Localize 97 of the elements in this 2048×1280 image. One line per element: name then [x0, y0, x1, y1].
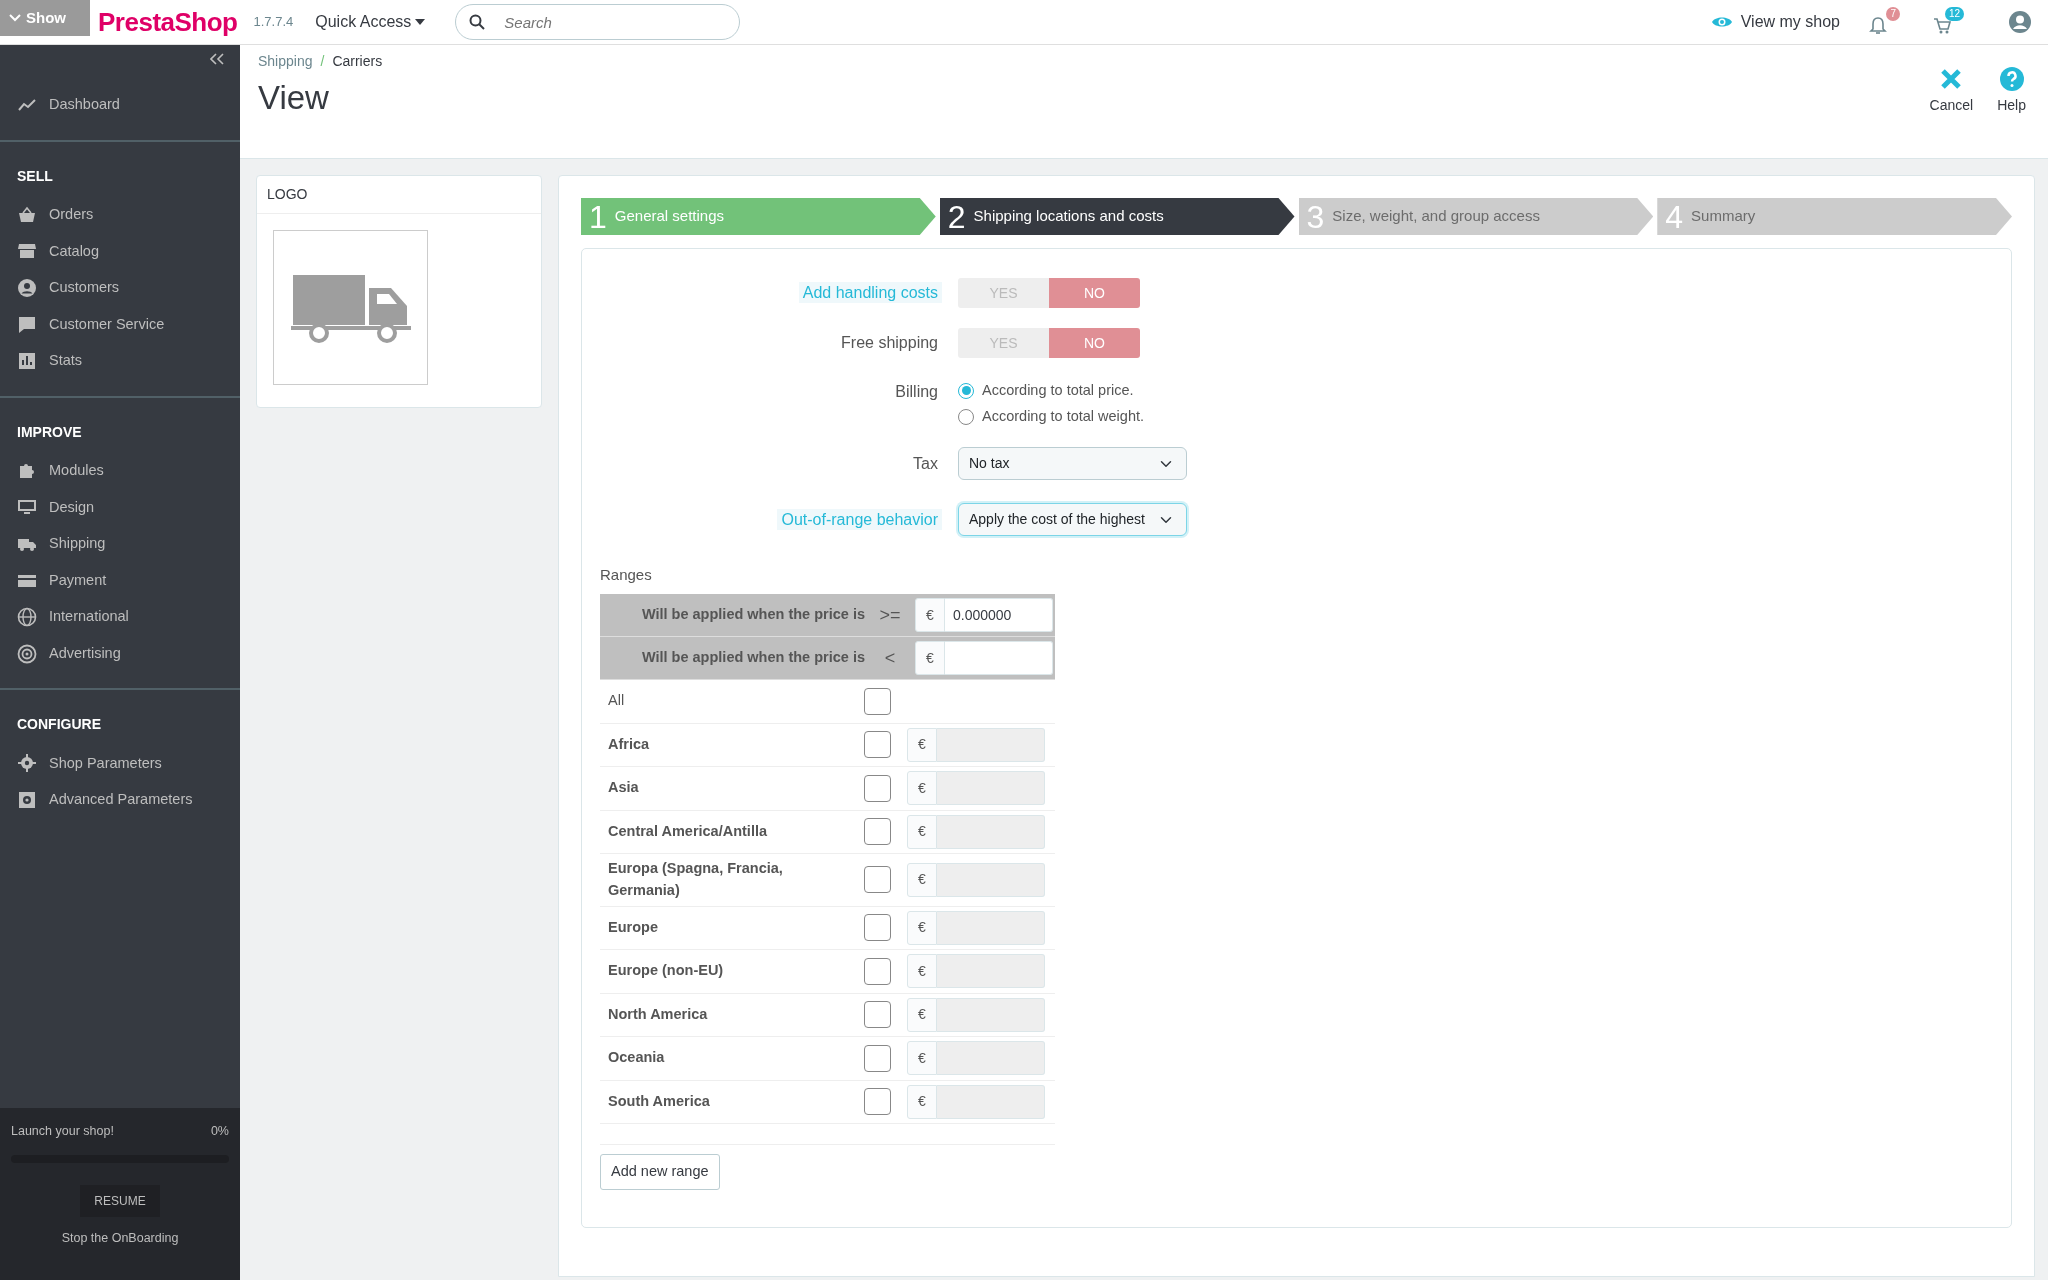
select-field[interactable]: Apply the cost of the highest [958, 503, 1187, 536]
checkbox[interactable] [864, 957, 891, 985]
sidebar-item[interactable]: Customer Service [0, 306, 240, 343]
section-heading: CONFIGURE [16, 715, 102, 735]
resume-button[interactable]: RESUME [80, 1184, 160, 1217]
sidebar-item[interactable]: Advanced Parameters [0, 781, 240, 819]
zone-name: Europe [608, 917, 659, 937]
breadcrumb-separator: / [320, 52, 325, 71]
checkbox[interactable] [864, 1044, 891, 1072]
close-icon [1939, 67, 1964, 91]
zone-name: Europa (Spagna, Francia, Germania) [608, 859, 784, 900]
currency-label: € [907, 1041, 937, 1076]
help-button[interactable]: Help [1997, 67, 2026, 158]
person-icon [17, 278, 37, 299]
progress-percent: 0% [210, 1123, 229, 1140]
search-icon [469, 14, 486, 30]
zone-name: North America [608, 1004, 709, 1024]
checkbox[interactable] [864, 774, 891, 802]
zone-name: South America [608, 1091, 711, 1111]
onboarding-title: Launch your shop! [11, 1123, 114, 1140]
select-field[interactable]: No tax [958, 447, 1187, 480]
bound-label: Will be applied when the price is [640, 648, 865, 668]
search-field[interactable]: Search [455, 4, 741, 40]
currency-label: € [907, 1084, 937, 1119]
sidebar-item[interactable]: Customers [0, 269, 240, 307]
field-label: Tax [912, 453, 939, 474]
breadcrumb-link[interactable]: Shipping [258, 51, 313, 72]
zone-name: Asia [608, 778, 640, 798]
currency-label: € [907, 814, 937, 849]
checkbox[interactable] [864, 687, 891, 715]
bell-icon [1868, 16, 1888, 37]
zone-name: Central America/Antilla [608, 821, 768, 841]
checkbox[interactable] [864, 1088, 891, 1116]
add-range-button[interactable]: Add new range [600, 1154, 720, 1190]
field-label: Free shipping [840, 333, 939, 353]
count-badge: 12 [1944, 6, 1964, 21]
checkbox[interactable] [864, 731, 891, 759]
field-label: Out-of-range behavior [777, 508, 942, 530]
chat-icon [17, 314, 37, 335]
section-heading: SELL [16, 166, 54, 186]
price-input[interactable]: 0.000000 [945, 598, 1053, 632]
checkbox[interactable] [864, 1001, 891, 1029]
sidebar-item[interactable]: Modules [0, 452, 240, 490]
logo-text[interactable]: PrestaShop [98, 2, 238, 42]
sidebar-item[interactable]: Shipping [0, 525, 240, 563]
currency-label: € [907, 771, 937, 806]
radio-option[interactable]: According to total weight. [958, 405, 1144, 428]
sidebar-item[interactable]: Payment [0, 562, 240, 599]
section-title: Ranges [600, 564, 653, 585]
field-label: Add handling costs [798, 282, 942, 303]
breadcrumb-link[interactable]: Carriers [332, 51, 383, 72]
zone-name: Oceania [608, 1048, 666, 1068]
sidebar-item[interactable]: Orders [0, 196, 240, 234]
currency-label: € [907, 997, 937, 1032]
zone-name: Africa [608, 734, 651, 754]
section-heading: IMPROVE [16, 422, 83, 442]
currency-label: € [907, 954, 937, 989]
target-icon [17, 643, 37, 664]
stop-onboarding-link[interactable]: Stop the OnBoarding [61, 1230, 179, 1245]
currency-label: € [915, 641, 945, 675]
sidebar-item[interactable]: Stats [0, 342, 240, 380]
account-avatar-icon[interactable] [2008, 10, 2032, 34]
radio-option[interactable]: According to total price. [958, 380, 1144, 402]
bar-chart-icon [17, 351, 37, 372]
currency-label: € [915, 598, 945, 632]
help-icon [1999, 67, 2024, 91]
sidebar-item[interactable]: International [0, 598, 240, 636]
collapse-icon[interactable] [210, 53, 224, 65]
basket-icon [17, 204, 37, 225]
currency-label: € [907, 910, 937, 945]
checkbox[interactable] [864, 818, 891, 846]
view-shop-link[interactable]: View my shop [1710, 10, 1840, 34]
currency-label: € [907, 727, 937, 762]
price-input[interactable] [945, 641, 1053, 675]
card-title: LOGO [257, 176, 541, 214]
count-badge: 7 [1886, 6, 1900, 21]
sidebar-item[interactable]: Catalog [0, 233, 240, 270]
sidebar-item[interactable]: Shop Parameters [0, 745, 240, 782]
wizard-step[interactable]: 2 Shipping locations and costs [939, 198, 1295, 235]
cancel-button[interactable]: Cancel [1929, 67, 1974, 158]
sidebar-item[interactable]: Design [0, 489, 240, 526]
checkbox[interactable] [864, 914, 891, 942]
page-title: View [258, 78, 330, 118]
sidebar-item[interactable]: Dashboard [0, 87, 240, 124]
quick-access-dropdown[interactable]: Quick Access [309, 9, 432, 35]
sidebar-item[interactable]: Advertising [0, 635, 240, 673]
operator-text: >= [878, 603, 902, 627]
zone-name: All [608, 691, 626, 711]
globe-icon [17, 607, 37, 628]
checkbox[interactable] [864, 866, 891, 894]
currency-label: € [907, 862, 937, 897]
bound-label: Will be applied when the price is [640, 605, 865, 625]
caret-icon [415, 19, 426, 25]
zone-name: Europe (non-EU) [608, 961, 725, 981]
version-text: 1.7.7.4 [253, 13, 294, 32]
operator-text: < [883, 646, 897, 670]
field-label: Billing [894, 382, 939, 402]
